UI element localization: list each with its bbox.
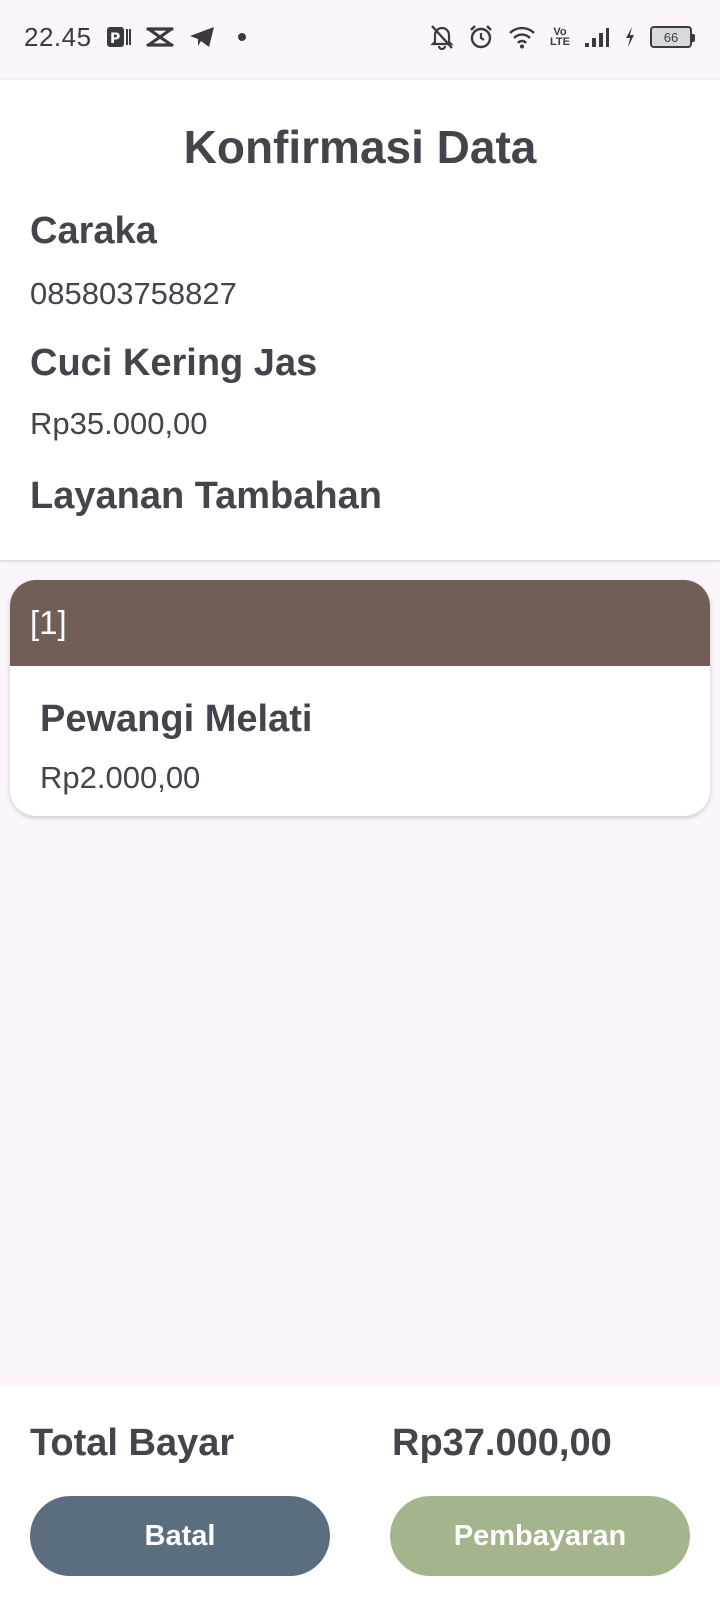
- service-price: Rp35.000,00: [30, 406, 208, 441]
- status-bar: 22.45 P Vo LTE 66: [0, 0, 720, 74]
- wifi-icon: [508, 23, 536, 51]
- payment-button[interactable]: Pembayaran: [390, 1496, 690, 1576]
- app-root: 22.45 P Vo LTE 66 Konfirmasi Data Caraka…: [0, 0, 720, 1600]
- customer-name: Caraka: [30, 210, 157, 252]
- svg-text:P: P: [110, 31, 120, 47]
- service-name: Cuci Kering Jas: [30, 342, 318, 384]
- status-time: 22.45: [24, 21, 92, 52]
- cancel-button[interactable]: Batal: [30, 1496, 330, 1576]
- capcut-icon: [145, 23, 174, 51]
- bell-off-icon: [430, 23, 454, 51]
- telegram-icon: [188, 23, 216, 51]
- addons-heading: Layanan Tambahan: [30, 475, 382, 517]
- total-label: Total Bayar: [30, 1422, 235, 1464]
- addon-name: Pewangi Melati: [40, 698, 313, 740]
- addon-card: [1] Pewangi Melati Rp2.000,00: [10, 580, 710, 816]
- more-notifications-dot-icon: [237, 33, 246, 41]
- volte-indicator: Vo LTE: [550, 23, 570, 51]
- signal-icon: [584, 23, 610, 51]
- charging-icon: [624, 23, 636, 51]
- volte-bottom-label: LTE: [550, 36, 570, 48]
- status-bar-right: Vo LTE 66: [430, 23, 695, 51]
- order-info-card: Konfirmasi Data Caraka 085803758827 Cuci…: [0, 80, 720, 560]
- addon-price: Rp2.000,00: [40, 760, 201, 795]
- status-bar-left: 22.45 P: [24, 22, 246, 53]
- customer-phone: 085803758827: [30, 276, 237, 311]
- parking-app-icon: P: [106, 23, 132, 51]
- payment-summary-panel: Total Bayar Rp37.000,00 Batal Pembayaran: [0, 1386, 720, 1600]
- battery-level: 66: [663, 29, 679, 45]
- page-title: Konfirmasi Data: [183, 121, 537, 173]
- addon-card-header: [1]: [10, 580, 710, 666]
- total-value: Rp37.000,00: [392, 1422, 612, 1464]
- alarm-icon: [468, 23, 494, 51]
- battery-icon: 66: [650, 26, 695, 48]
